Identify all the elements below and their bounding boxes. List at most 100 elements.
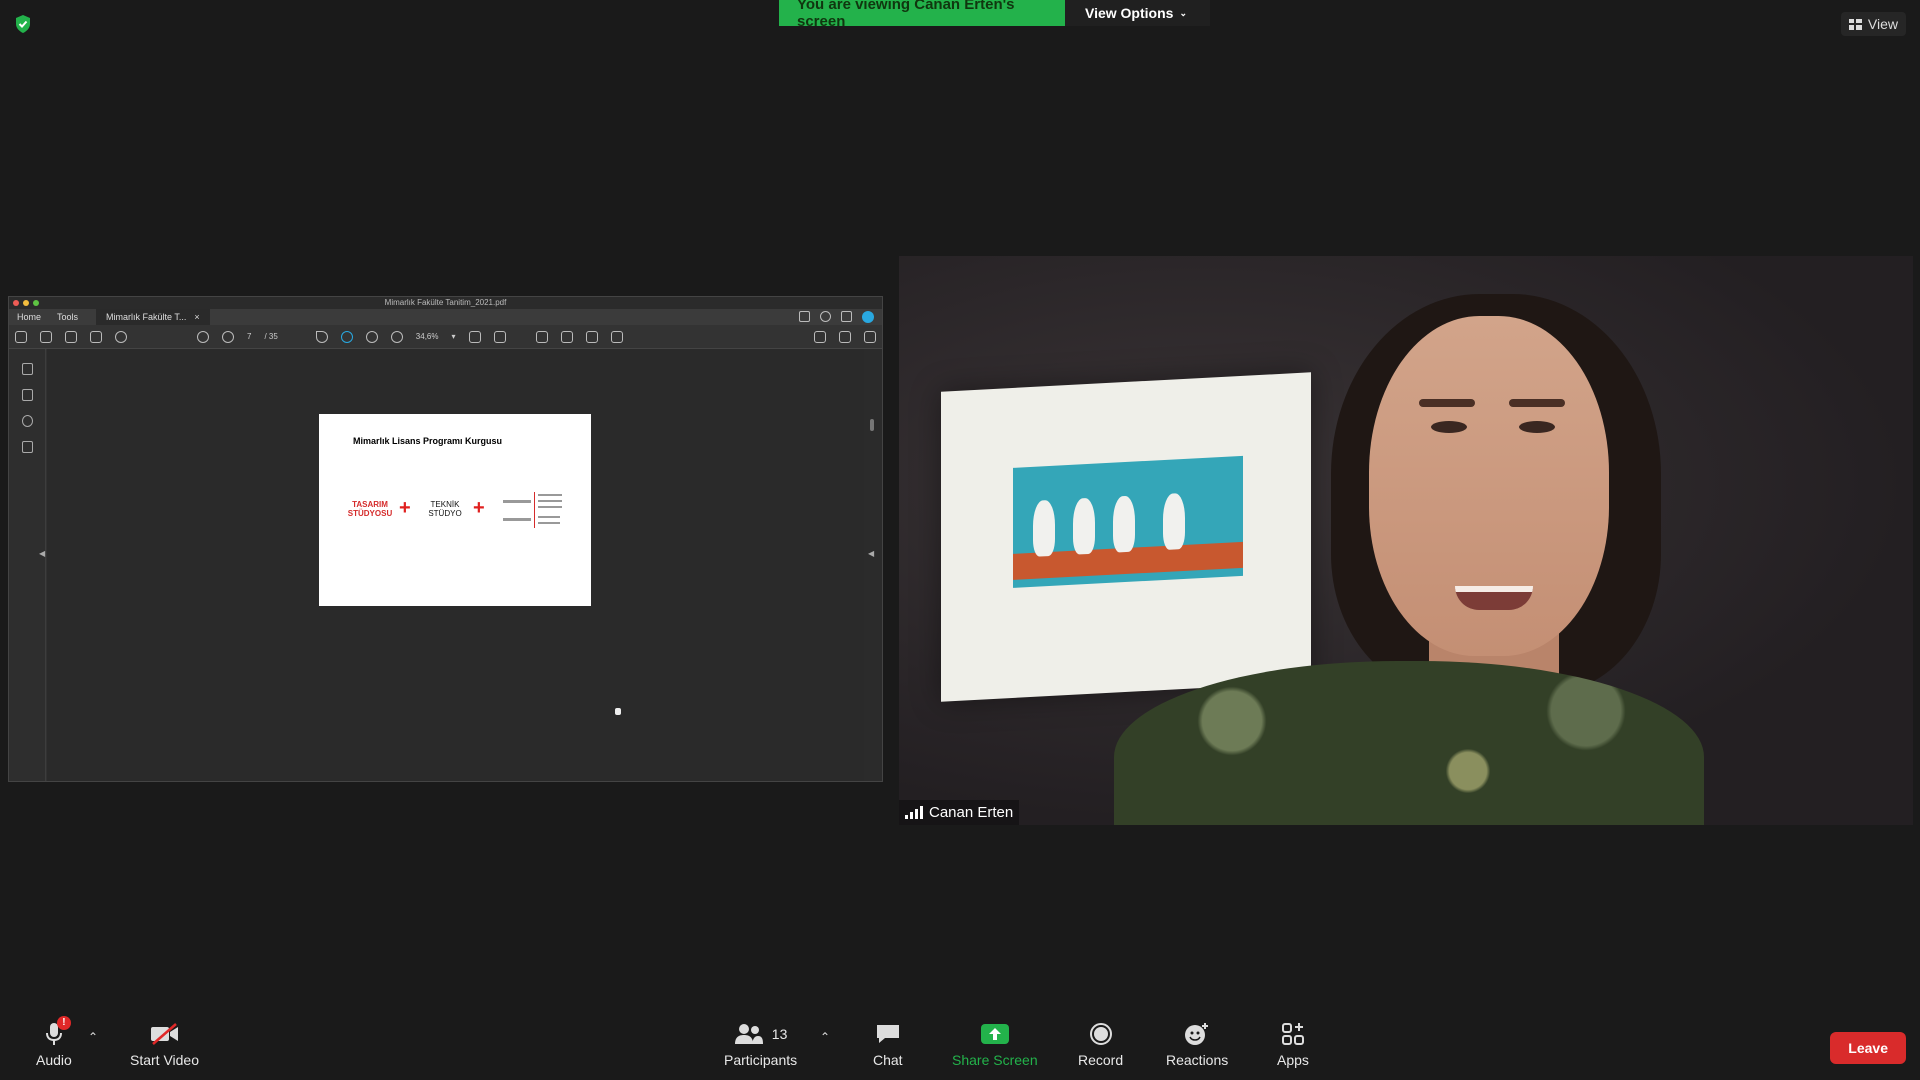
signal-bars-icon bbox=[905, 806, 923, 819]
close-dot[interactable] bbox=[13, 300, 19, 306]
page-title: Mimarlık Lisans Programı Kurgusu bbox=[353, 436, 503, 446]
search-icon[interactable] bbox=[115, 330, 127, 343]
left-brow bbox=[1419, 399, 1475, 407]
page-divider bbox=[534, 492, 535, 528]
fit-page-icon[interactable] bbox=[468, 330, 481, 343]
video-off-icon bbox=[150, 1023, 178, 1045]
comment-icon[interactable] bbox=[799, 311, 810, 322]
apps-button[interactable]: Apps bbox=[1277, 1022, 1309, 1068]
left-eye bbox=[1431, 421, 1467, 433]
apps-icon bbox=[1281, 1023, 1304, 1045]
studio1-label: TASARIM STÜDYOSU bbox=[347, 500, 393, 518]
audio-button[interactable]: ! Audio bbox=[36, 1016, 72, 1068]
share-screen-label: Share Screen bbox=[952, 1052, 1038, 1068]
add-comment-icon[interactable] bbox=[535, 330, 548, 343]
layers-icon[interactable] bbox=[21, 441, 33, 453]
fill-sign-icon[interactable] bbox=[814, 330, 826, 343]
pdf-window-titlebar: Mimarlık Fakülte Tanitim_2021.pdf bbox=[9, 297, 882, 309]
framed-picture bbox=[941, 372, 1311, 702]
pdf-scrollbar[interactable]: ◀ bbox=[864, 349, 882, 781]
page-fineprint-5 bbox=[538, 506, 562, 508]
zoom-level[interactable]: 34,6% bbox=[416, 332, 439, 341]
pen-icon[interactable] bbox=[560, 330, 573, 343]
record-label: Record bbox=[1078, 1052, 1124, 1068]
pdf-window-title: Mimarlık Fakülte Tanitim_2021.pdf bbox=[384, 298, 507, 307]
remote-cursor-icon bbox=[615, 708, 621, 715]
bookmark-icon[interactable] bbox=[21, 389, 33, 401]
page-fineprint-2 bbox=[503, 518, 531, 521]
audio-options-chevron-icon[interactable]: ⌃ bbox=[88, 1030, 98, 1044]
plus-mark-2: + bbox=[473, 497, 485, 519]
chat-label: Chat bbox=[873, 1052, 903, 1068]
chat-button[interactable]: Chat bbox=[873, 1022, 903, 1068]
collapse-left-icon[interactable]: ◀ bbox=[39, 549, 45, 558]
reactions-button[interactable]: Reactions bbox=[1166, 1022, 1228, 1068]
person-mouth bbox=[1455, 586, 1533, 610]
start-video-label: Start Video bbox=[130, 1052, 200, 1068]
view-button[interactable]: View bbox=[1840, 12, 1906, 36]
record-icon bbox=[1089, 1023, 1112, 1045]
select-cursor-icon[interactable] bbox=[315, 330, 328, 343]
account-icon[interactable] bbox=[862, 311, 874, 323]
menu-home[interactable]: Home bbox=[9, 312, 49, 322]
studio2-label: TEKNİK STÜDYO bbox=[428, 500, 462, 518]
record-button[interactable]: Record bbox=[1078, 1022, 1123, 1068]
reactions-label: Reactions bbox=[1166, 1052, 1229, 1068]
star-icon[interactable] bbox=[40, 330, 52, 343]
zoom-dot[interactable] bbox=[33, 300, 39, 306]
scrollbar-thumb[interactable] bbox=[870, 419, 874, 431]
participant-name: Canan Erten bbox=[929, 804, 1014, 821]
hand-tool-icon[interactable] bbox=[340, 330, 353, 343]
print-icon[interactable] bbox=[90, 330, 102, 343]
upload-icon[interactable] bbox=[65, 330, 77, 343]
save-icon[interactable] bbox=[15, 330, 27, 343]
sign-icon[interactable] bbox=[585, 330, 598, 343]
participants-options-chevron-icon[interactable]: ⌃ bbox=[820, 1030, 830, 1044]
start-video-button[interactable]: Start Video bbox=[130, 1022, 199, 1068]
close-tab-icon[interactable]: × bbox=[194, 312, 199, 322]
plus-mark-1: + bbox=[399, 497, 411, 519]
zoom-out-icon[interactable] bbox=[365, 330, 378, 343]
participants-button[interactable]: 13 Participants bbox=[724, 1022, 797, 1068]
bell-icon[interactable] bbox=[841, 311, 852, 322]
attachment-icon[interactable] bbox=[21, 415, 33, 427]
audio-warning-badge: ! bbox=[56, 1016, 71, 1030]
document-tab[interactable]: Mimarlık Fakülte T... × bbox=[96, 309, 210, 325]
leave-button[interactable]: Leave bbox=[1830, 1032, 1906, 1064]
artwork-bird-4 bbox=[1163, 492, 1185, 551]
meeting-controls: ! Audio ⌃ Start Video 13 Participants ⌃ … bbox=[0, 1008, 1920, 1080]
smiley-plus-icon bbox=[1185, 1023, 1209, 1045]
participant-video[interactable]: Canan Erten bbox=[899, 256, 1913, 825]
right-eye bbox=[1519, 421, 1555, 433]
page-down-icon[interactable] bbox=[222, 330, 234, 343]
help-icon[interactable] bbox=[820, 311, 831, 322]
view-options-button[interactable]: View Options ⌄ bbox=[1065, 0, 1210, 26]
mail-icon[interactable] bbox=[839, 330, 851, 343]
artwork-bird-1 bbox=[1033, 499, 1055, 557]
zoom-in-icon[interactable] bbox=[390, 330, 403, 343]
scroll-mode-icon[interactable] bbox=[493, 330, 506, 343]
page-number-input[interactable]: 7 bbox=[247, 332, 251, 341]
collapse-right-icon[interactable]: ◀ bbox=[868, 549, 874, 558]
shared-screen[interactable]: Mimarlık Fakülte Tanitim_2021.pdf Home T… bbox=[8, 296, 883, 782]
security-shield-icon[interactable] bbox=[14, 14, 32, 34]
page-up-icon[interactable] bbox=[197, 330, 209, 343]
stamp-icon[interactable] bbox=[610, 330, 623, 343]
pdf-sidebar: ◀ bbox=[9, 349, 46, 781]
menu-tools[interactable]: Tools bbox=[49, 312, 86, 322]
minimize-dot[interactable] bbox=[23, 300, 29, 306]
chevron-down-icon: ⌄ bbox=[1179, 7, 1187, 18]
zoom-dropdown-icon[interactable]: ▾ bbox=[451, 332, 455, 341]
share-user-icon[interactable] bbox=[864, 330, 876, 343]
pdf-toolbar: 7 / 35 34,6% ▾ bbox=[9, 325, 882, 349]
pages-icon[interactable] bbox=[21, 363, 33, 375]
window-controls[interactable] bbox=[13, 300, 39, 306]
audio-label: Audio bbox=[36, 1052, 72, 1068]
viewing-screen-label: You are viewing Canan Erten's screen bbox=[779, 0, 1065, 30]
right-brow bbox=[1509, 399, 1565, 407]
apps-label: Apps bbox=[1277, 1052, 1309, 1068]
page-fineprint-7 bbox=[538, 522, 560, 524]
chat-icon bbox=[876, 1025, 899, 1043]
share-screen-button[interactable]: Share Screen bbox=[952, 1022, 1038, 1068]
pdf-page: Mimarlık Lisans Programı Kurgusu TASARIM… bbox=[319, 414, 591, 606]
